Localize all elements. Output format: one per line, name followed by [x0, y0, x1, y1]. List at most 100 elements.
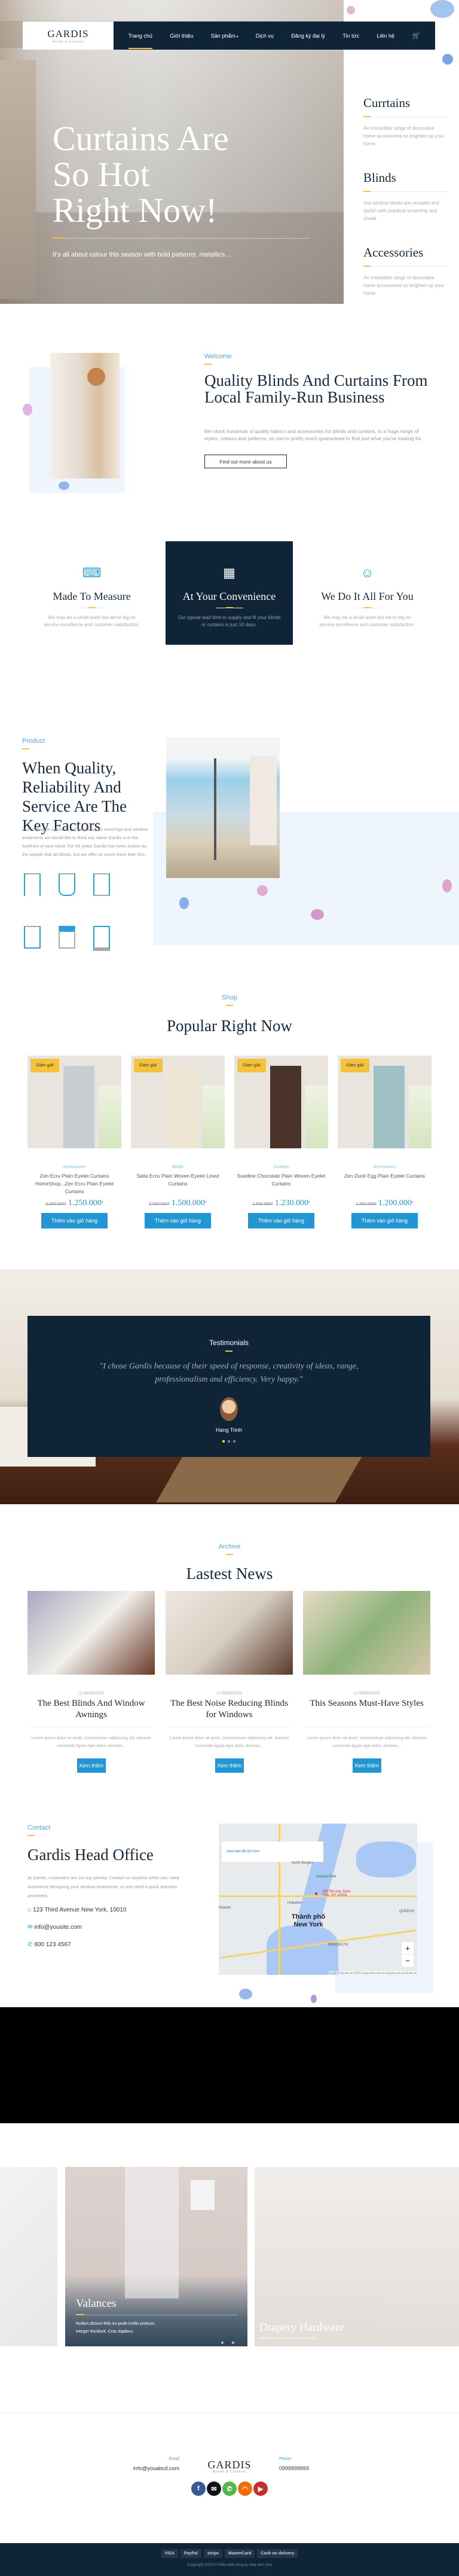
panel-curtain-icon [24, 926, 41, 949]
currency: ₫ [101, 1200, 103, 1205]
sale-badge: Giảm giá! [30, 1059, 59, 1072]
news-image[interactable] [27, 1591, 155, 1675]
map-place: North Bergen [292, 1861, 313, 1865]
feature-title: Made To Measure [53, 590, 131, 602]
product-card[interactable]: Giảm giá! Curtains Suedine Chocolate Pla… [234, 1056, 328, 1228]
section-label: Welcome [204, 353, 232, 365]
payment-icon: PayPal [180, 2549, 201, 2558]
feature-we-do-it-all: ☺ We Do It All For You We may be a small t… [304, 541, 431, 645]
email-text: info@yousite.com [34, 1924, 82, 1931]
slide-card-next[interactable]: Drapery Hardware Nullam dictum felis eu … [255, 2167, 459, 2346]
news-date: ◷ 09/06/2022 [353, 1691, 380, 1696]
product-name[interactable]: Suedine Chocolate Plain Woven Eyelet Cur… [234, 1172, 328, 1196]
product-name[interactable]: Zen Duck Egg Plain Eyelet Curtains [338, 1172, 432, 1196]
news-image[interactable] [166, 1591, 293, 1675]
slider-dot[interactable] [232, 2342, 234, 2344]
map-larger-link[interactable]: Xem bản đồ lớn hơn [222, 1842, 323, 1862]
slider-dot[interactable] [228, 1440, 230, 1443]
clock-icon: ◷ [78, 1691, 83, 1696]
slide-card-active[interactable]: Valances Nullam dictum felis eu pede mol… [65, 2167, 247, 2346]
nav-item-contact[interactable]: Liên hệ [377, 33, 395, 39]
sewing-machine-icon: ⌨ [82, 565, 102, 580]
product-category[interactable]: Curtains [234, 1165, 328, 1169]
add-to-cart-button[interactable]: Thêm vào giỏ hàng [41, 1213, 108, 1228]
read-more-button[interactable]: Xem thêm [215, 1758, 244, 1773]
sale-price: 1.200.000 [378, 1199, 412, 1208]
read-more-button[interactable]: Xem thêm [76, 1758, 106, 1773]
news-title[interactable]: The Best Blinds And Window Awnings [27, 1698, 155, 1721]
cart-icon[interactable]: 🛒 [412, 32, 421, 39]
product-card[interactable]: Giảm giá! Blinds Salla Ecru Plain Woven … [131, 1056, 225, 1228]
footer-logo[interactable]: GARDIS Blinds & Curtains [200, 2459, 259, 2474]
nav-item-news[interactable]: Tin tức [342, 33, 359, 39]
facebook-icon[interactable]: f [191, 2482, 206, 2496]
product-image[interactable]: Giảm giá! [131, 1056, 225, 1148]
map-zoom-out-button[interactable]: − [402, 1955, 414, 1967]
product-category[interactable]: Accessories [27, 1165, 121, 1169]
testimonial-quote: "I chose Gardis because of their speed o… [99, 1362, 359, 1384]
product-card[interactable]: Giảm giá! Accessories Zen Duck Egg Plain… [338, 1056, 432, 1228]
product-card[interactable]: Giảm giá! Accessories Zen Ecru Plain Eye… [27, 1056, 121, 1228]
product-icons [24, 873, 126, 957]
logo[interactable]: GARDIS Blinds & Curtains [23, 22, 114, 50]
footer-phone[interactable]: 0999999999 [279, 2465, 309, 2471]
map-place: BROOKLYN [328, 1943, 348, 1947]
footer-phone-label: Phone [279, 2457, 292, 2461]
footer-email[interactable]: info@youabcd.com [90, 2465, 179, 2471]
find-out-more-button[interactable]: Find out more about us [204, 455, 287, 468]
product-image[interactable]: Giảm giá! [234, 1056, 328, 1148]
product-name[interactable]: Zen Ecru Plain Eyelet Curtains HomeShop.… [27, 1172, 121, 1196]
nav-item-products[interactable]: Sản phẩm ▾ [211, 33, 238, 39]
category-title: Blinds [363, 170, 396, 185]
phone-icon[interactable]: ✆ [222, 2482, 237, 2496]
slider-dot[interactable] [222, 1440, 225, 1443]
product-image[interactable]: Giảm giá! [27, 1056, 121, 1148]
email-icon[interactable]: ✉ [207, 2482, 221, 2496]
sidebar-category-curtains[interactable]: Currtains An irresistible range of decora… [363, 96, 447, 148]
contact-title: Gardis Head Office [27, 1846, 154, 1864]
slider-dot[interactable] [233, 1440, 235, 1443]
news-excerpt: Lorem ipsum dolor sit amet, consectetuer… [307, 1736, 427, 1748]
contact-email[interactable]: ✉ info@yousite.com [27, 1924, 82, 1931]
payment-icon: VISA [161, 2549, 178, 2558]
feature-text: We may be a small team but we're big on … [44, 615, 140, 627]
rss-icon[interactable]: ◠ [238, 2482, 252, 2496]
news-title[interactable]: This Seasons Must-Have Styles [303, 1698, 430, 1721]
add-to-cart-button[interactable]: Thêm vào giỏ hàng [248, 1213, 314, 1228]
logo-name: GARDIS [207, 2459, 252, 2471]
video-placeholder[interactable] [0, 2007, 459, 2123]
news-card: ◷ 09/06/2022 The Best Blinds And Window … [27, 1591, 155, 1773]
slider-dot[interactable] [227, 2342, 229, 2344]
contact-phone[interactable]: ✆ 800 123 4567 [27, 1941, 71, 1948]
map-embed[interactable]: Xem bản đồ lớn hơn ● 350 5th Ave, New Yo… [219, 1824, 417, 1975]
product-image[interactable]: Giảm giá! [338, 1056, 432, 1148]
product-text: In deciding on a provider of your window… [22, 827, 148, 857]
slider-dot[interactable] [221, 2342, 224, 2344]
sidebar-category-accessories[interactable]: Accessories An irresistible range of deco… [363, 245, 447, 297]
product-name[interactable]: Salla Ecru Plain Woven Eyelet Lined Curt… [131, 1172, 225, 1196]
news-image[interactable] [303, 1591, 430, 1675]
nav-item-services[interactable]: Dịch vụ [256, 33, 274, 39]
news-title[interactable]: The Best Noise Reducing Blinds for Windo… [166, 1698, 293, 1721]
nav-item-dealer[interactable]: Đăng ký đại lý [291, 33, 325, 39]
slide-card-prev[interactable] [0, 2167, 57, 2346]
category-title: Accessories [363, 245, 424, 260]
product-price: 2.000.000₫ 1.500.000₫ [131, 1199, 225, 1208]
avatar [220, 1397, 238, 1421]
product-category[interactable]: Accessories [338, 1165, 432, 1169]
map-place: Central Park [316, 1875, 336, 1879]
read-more-button[interactable]: Xem thêm [352, 1758, 381, 1773]
product-price: 3.200.000₫ 1.250.000₫ [27, 1199, 121, 1208]
feature-text: We may be a small team but we're big on … [319, 615, 415, 627]
nav-item-about[interactable]: Giới thiệu [170, 33, 193, 39]
add-to-cart-button[interactable]: Thêm vào giỏ hàng [145, 1213, 211, 1228]
youtube-icon[interactable]: ▶ [253, 2482, 268, 2496]
product-category[interactable]: Blinds [131, 1165, 225, 1169]
feature-text: Our typical lead time to supply and fit … [178, 615, 281, 627]
copyright: Copyright 2023 © Mẫu web công ty may rèm… [187, 2563, 272, 2567]
news-excerpt: Lorem ipsum dolor sit amet, consectetuer… [31, 1736, 151, 1748]
nav-item-home[interactable]: Trang chủ [128, 33, 153, 49]
sidebar-category-blinds[interactable]: Blinds Our window blinds are versatile an… [363, 170, 447, 222]
map-zoom-in-button[interactable]: + [402, 1942, 414, 1954]
add-to-cart-button[interactable]: Thêm vào giỏ hàng [351, 1213, 418, 1228]
